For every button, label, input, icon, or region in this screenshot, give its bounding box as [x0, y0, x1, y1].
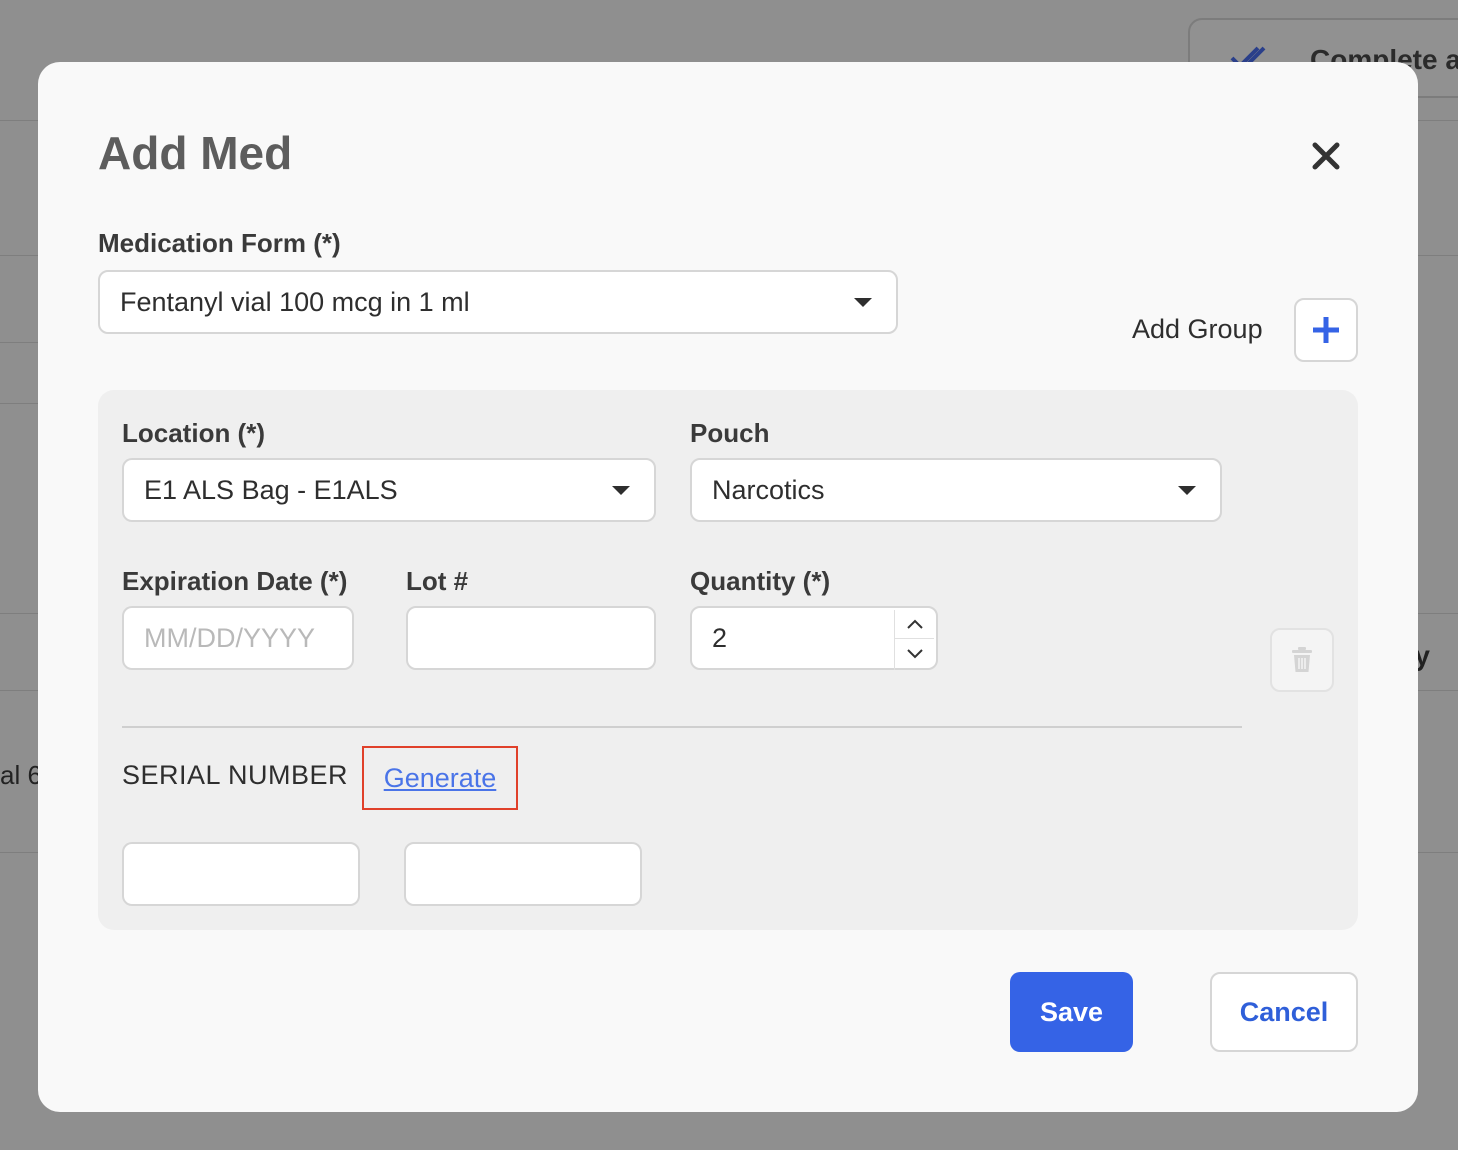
bg-divider — [0, 342, 38, 343]
bg-divider — [0, 613, 38, 614]
quantity-label: Quantity (*) — [690, 566, 831, 596]
lot-label: Lot # — [406, 566, 469, 596]
medication-form-select[interactable]: Fentanyl vial 100 mcg in 1 ml — [98, 270, 898, 334]
serial-number-field-1[interactable] — [122, 842, 360, 906]
bg-divider — [1418, 120, 1458, 121]
increment-button[interactable] — [895, 610, 934, 639]
pouch-label: Pouch — [690, 418, 770, 448]
medication-form-label: Medication Form (*) — [98, 228, 341, 258]
bg-divider — [0, 403, 38, 404]
cancel-button[interactable]: Cancel — [1210, 972, 1358, 1052]
chevron-up-icon — [906, 619, 923, 629]
location-value: E1 ALS Bag - E1ALS — [144, 474, 398, 505]
add-med-modal: Add Med Medication Form (*) Fentanyl via… — [38, 62, 1418, 1112]
plus-icon — [1313, 317, 1339, 343]
pouch-select[interactable]: Narcotics — [690, 458, 1222, 522]
bg-divider — [0, 255, 38, 256]
quantity-stepper[interactable]: 2 — [690, 606, 938, 670]
quantity-value: 2 — [712, 622, 728, 653]
bg-divider — [1418, 852, 1458, 853]
lot-input[interactable] — [406, 606, 656, 670]
modal-title: Add Med — [98, 127, 293, 179]
bg-row-text: al 6 — [0, 760, 42, 790]
bg-divider — [1418, 690, 1458, 691]
bg-divider — [0, 852, 38, 853]
location-label: Location (*) — [122, 418, 265, 448]
chevron-down-icon — [906, 648, 923, 658]
caret-down-icon — [612, 486, 630, 495]
med-group-panel: Location (*) E1 ALS Bag - E1ALS Pouch Na… — [98, 390, 1358, 930]
expiration-date-placeholder: MM/DD/YYYY — [144, 622, 316, 653]
bg-divider — [1418, 613, 1458, 614]
generate-serial-link[interactable]: Generate — [362, 746, 518, 810]
delete-group-button[interactable] — [1270, 628, 1334, 692]
save-button[interactable]: Save — [1010, 972, 1133, 1052]
close-button[interactable] — [1304, 134, 1348, 178]
add-group-label: Add Group — [1132, 314, 1263, 344]
quantity-stepper-controls — [894, 610, 934, 670]
close-icon — [1312, 142, 1340, 170]
decrement-button[interactable] — [895, 639, 934, 668]
caret-down-icon — [854, 298, 872, 307]
add-group-button[interactable] — [1294, 298, 1358, 362]
trash-icon — [1292, 647, 1312, 672]
pouch-value: Narcotics — [712, 474, 825, 505]
expiration-date-input[interactable]: MM/DD/YYYY — [122, 606, 354, 670]
bg-divider — [0, 120, 38, 121]
medication-form-value: Fentanyl vial 100 mcg in 1 ml — [120, 286, 470, 317]
bg-divider — [0, 690, 38, 691]
bg-divider — [1418, 255, 1458, 256]
serial-number-label: SERIAL NUMBER — [122, 760, 349, 790]
location-select[interactable]: E1 ALS Bag - E1ALS — [122, 458, 656, 522]
divider — [122, 726, 1242, 728]
caret-down-icon — [1178, 486, 1196, 495]
expiration-date-label: Expiration Date (*) — [122, 566, 348, 596]
serial-number-field-2[interactable] — [404, 842, 642, 906]
